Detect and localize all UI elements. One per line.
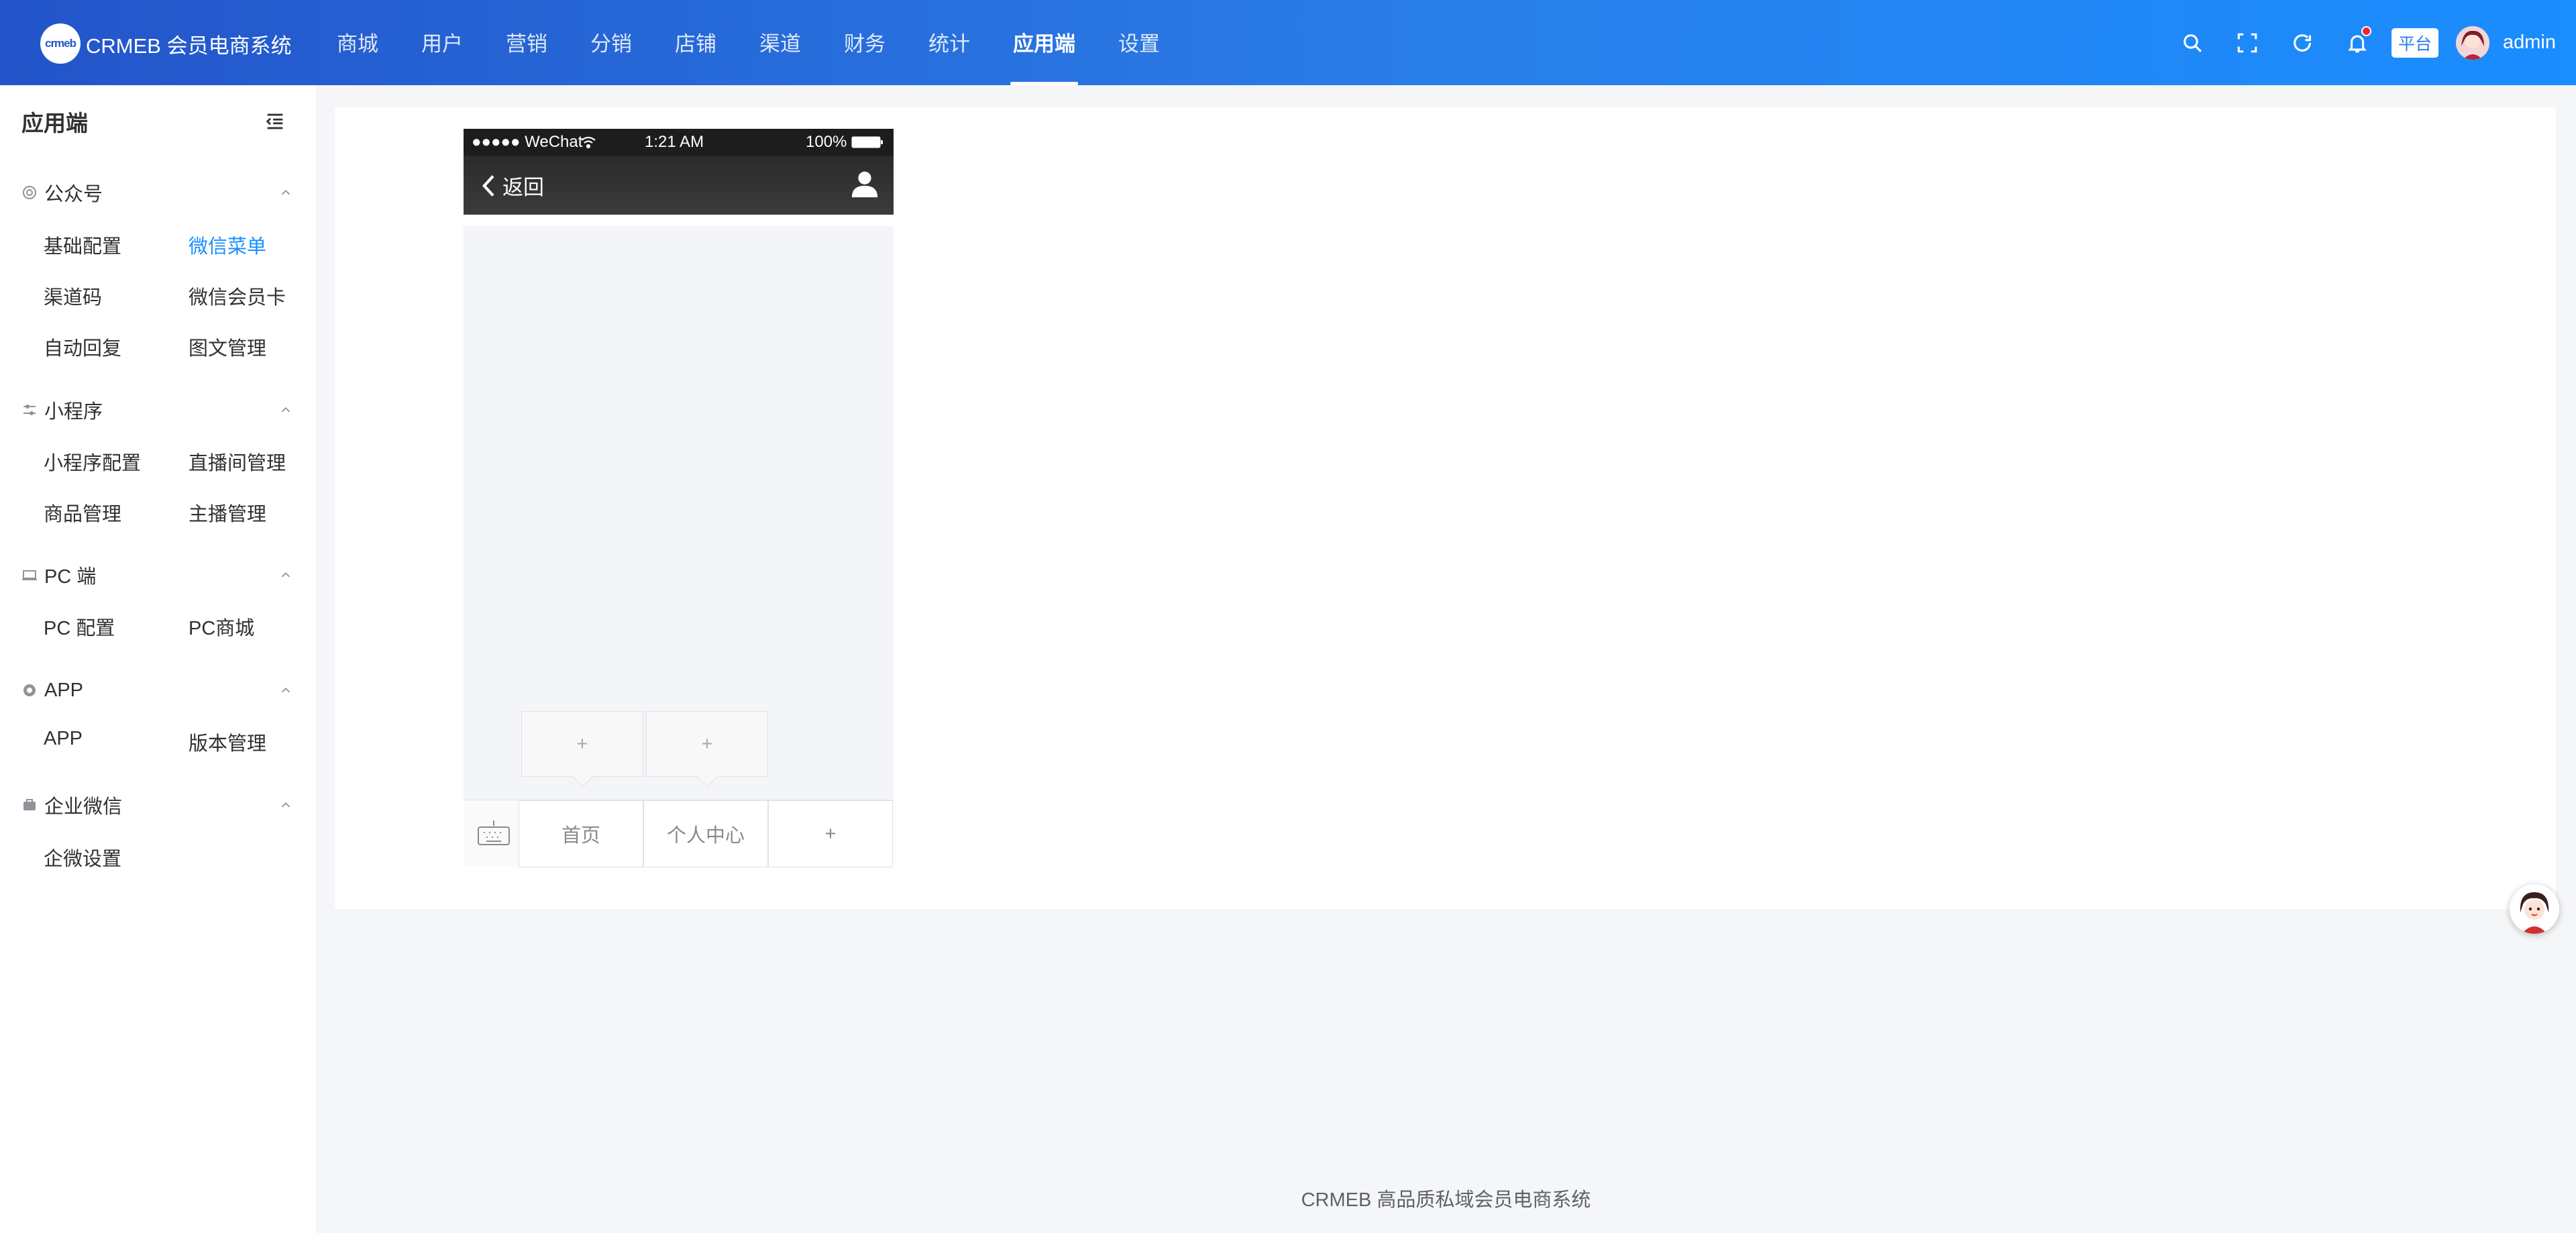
app-icon bbox=[23, 684, 36, 696]
wechat-official-icon bbox=[23, 186, 36, 199]
chevron-up-icon bbox=[281, 407, 290, 413]
sidebar-group-app[interactable]: APP bbox=[21, 674, 293, 707]
status-battery-text: 100% bbox=[806, 133, 847, 151]
phone-status-bar: ●●●●● WeChat 1:21 AM 100% bbox=[464, 129, 894, 156]
submenu-add-button-2[interactable]: + bbox=[646, 711, 768, 777]
chevron-left-icon bbox=[482, 174, 494, 197]
notification-badge bbox=[2361, 25, 2371, 36]
pc-icon bbox=[22, 570, 37, 580]
platform-tag[interactable]: 平台 bbox=[2391, 28, 2438, 58]
phone-preview: ●●●●● WeChat 1:21 AM 100% 返回 + + 首页 个人中心… bbox=[464, 129, 894, 867]
nav-item-users[interactable]: 用户 bbox=[400, 0, 484, 85]
sidebar-group-label: 企业微信 bbox=[44, 796, 123, 818]
sidebar-item-wechat-menu[interactable]: 微信菜单 bbox=[189, 231, 266, 259]
nav-item-application[interactable]: 应用端 bbox=[991, 0, 1097, 85]
chevron-up-icon bbox=[281, 572, 290, 578]
sidebar: 应用端 公众号 基础配置 微信菜单 渠道码 微信会员卡 自动回复 图文管理 小程… bbox=[0, 85, 316, 1233]
sidebar-item-version-manage[interactable]: 版本管理 bbox=[189, 728, 266, 756]
work-wechat-icon bbox=[23, 799, 36, 810]
search-icon[interactable] bbox=[2178, 29, 2206, 57]
sidebar-item-app[interactable]: APP bbox=[44, 728, 83, 750]
sidebar-item-anchor-manage[interactable]: 主播管理 bbox=[189, 498, 266, 527]
status-carrier: ●●●●● WeChat bbox=[472, 133, 583, 151]
sidebar-item-auto-reply[interactable]: 自动回复 bbox=[44, 333, 121, 361]
logo[interactable]: crmeb CRMEB 会员电商系统 bbox=[40, 23, 292, 64]
chevron-up-icon bbox=[281, 189, 290, 195]
logo-mark: crmeb bbox=[40, 23, 80, 64]
menu-collapse-icon[interactable] bbox=[264, 110, 286, 133]
sidebar-item-mini-config[interactable]: 小程序配置 bbox=[44, 447, 141, 476]
sidebar-item-product-manage[interactable]: 商品管理 bbox=[44, 498, 121, 527]
nav-item-statistics[interactable]: 统计 bbox=[907, 0, 991, 85]
sidebar-item-channel-code[interactable]: 渠道码 bbox=[44, 282, 102, 310]
back-label: 返回 bbox=[502, 176, 544, 199]
sidebar-item-pc-mall[interactable]: PC商城 bbox=[189, 612, 254, 641]
sidebar-group-official-account[interactable]: 公众号 bbox=[21, 176, 293, 209]
sidebar-item-wechat-card[interactable]: 微信会员卡 bbox=[189, 282, 286, 310]
battery-icon bbox=[851, 136, 883, 148]
main-nav: 商城 用户 营销 分销 店铺 渠道 财务 统计 应用端 设置 bbox=[315, 0, 1181, 85]
sidebar-item-article-manage[interactable]: 图文管理 bbox=[189, 333, 266, 361]
fullscreen-icon[interactable] bbox=[2233, 29, 2261, 57]
nav-item-finance[interactable]: 财务 bbox=[822, 0, 907, 85]
sidebar-item-pc-config[interactable]: PC 配置 bbox=[44, 612, 115, 641]
mini-program-icon bbox=[23, 405, 36, 415]
top-bar: crmeb CRMEB 会员电商系统 商城 用户 营销 分销 店铺 渠道 财务 … bbox=[0, 0, 2576, 85]
sidebar-group-label: PC 端 bbox=[44, 566, 97, 588]
sidebar-item-work-wechat-settings[interactable]: 企微设置 bbox=[44, 843, 121, 871]
nav-item-distribution[interactable]: 分销 bbox=[569, 0, 653, 85]
chevron-up-icon bbox=[281, 687, 290, 693]
sidebar-group-pc[interactable]: PC 端 bbox=[21, 558, 293, 592]
toolbar-right: 平台 admin bbox=[2165, 0, 2556, 85]
sidebar-group-label: 小程序 bbox=[44, 401, 103, 423]
sidebar-group-work-wechat[interactable]: 企业微信 bbox=[21, 788, 293, 822]
bell-icon[interactable] bbox=[2343, 25, 2371, 57]
sidebar-item-basic-config[interactable]: 基础配置 bbox=[44, 231, 121, 259]
nav-item-mall[interactable]: 商城 bbox=[315, 0, 400, 85]
back-button[interactable]: 返回 bbox=[480, 170, 544, 201]
menu-button-add[interactable]: + bbox=[768, 800, 893, 867]
refresh-icon[interactable] bbox=[2288, 29, 2316, 57]
user-avatar[interactable] bbox=[2456, 25, 2489, 60]
wifi-icon bbox=[581, 136, 596, 149]
keyboard-icon[interactable] bbox=[477, 819, 511, 846]
user-icon[interactable] bbox=[849, 168, 880, 199]
sidebar-group-label: 公众号 bbox=[44, 184, 103, 205]
phone-menu-bar: 首页 个人中心 + bbox=[464, 800, 894, 867]
submenu-add-button-1[interactable]: + bbox=[521, 711, 643, 777]
username[interactable]: admin bbox=[2503, 32, 2556, 54]
menu-button-profile[interactable]: 个人中心 bbox=[643, 800, 768, 867]
sidebar-item-live-room[interactable]: 直播间管理 bbox=[189, 447, 286, 476]
sidebar-group-mini-program[interactable]: 小程序 bbox=[21, 393, 293, 427]
phone-nav-bar: 返回 bbox=[464, 156, 894, 215]
customer-service-button[interactable] bbox=[2510, 884, 2559, 934]
footer-text: CRMEB 高品质私域会员电商系统 bbox=[1301, 1189, 1591, 1211]
chevron-up-icon bbox=[281, 802, 290, 808]
logo-text: CRMEB 会员电商系统 bbox=[86, 34, 292, 58]
nav-item-store[interactable]: 店铺 bbox=[653, 0, 738, 85]
nav-item-settings[interactable]: 设置 bbox=[1097, 0, 1181, 85]
customer-service-avatar-icon bbox=[2510, 884, 2559, 934]
sidebar-title: 应用端 bbox=[21, 111, 88, 136]
menu-button-home[interactable]: 首页 bbox=[519, 800, 643, 867]
nav-item-channel[interactable]: 渠道 bbox=[738, 0, 822, 85]
nav-item-marketing[interactable]: 营销 bbox=[484, 0, 569, 85]
status-time: 1:21 AM bbox=[645, 133, 704, 151]
sidebar-group-label: APP bbox=[44, 679, 84, 701]
